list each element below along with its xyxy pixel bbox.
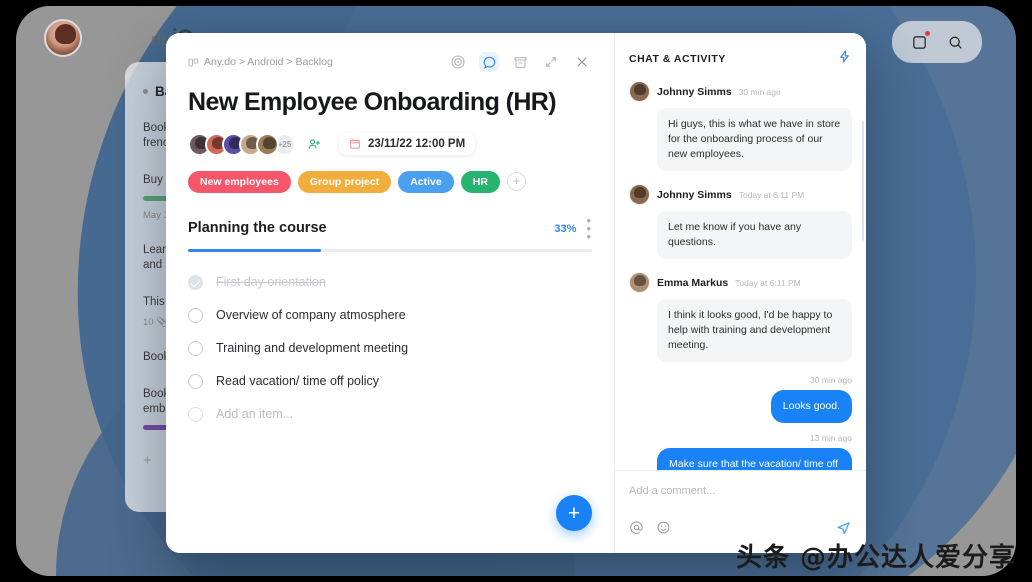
- checkbox-icon[interactable]: [188, 340, 203, 356]
- target-icon[interactable]: [448, 52, 468, 72]
- list-item[interactable]: Training and development meeting: [188, 332, 592, 365]
- lightning-bolt-icon[interactable]: [837, 49, 852, 69]
- due-date-chip[interactable]: 23/11/22 12:00 PM: [339, 133, 476, 156]
- checklist-title: Planning the course: [188, 219, 327, 236]
- scrollbar[interactable]: [862, 121, 864, 241]
- task-detail-modal: Any.do > Android > Backlog New Employee …: [166, 33, 866, 553]
- tag-group-project[interactable]: Group project: [297, 170, 392, 193]
- tag-hr[interactable]: HR: [460, 170, 500, 193]
- tag-new-employees[interactable]: New employees: [188, 170, 291, 193]
- topbar-actions: [892, 21, 982, 63]
- comment-input[interactable]: Add a comment...: [629, 485, 852, 497]
- chat-message-incoming: Emma Markus Today at 6:11 PM I think it …: [629, 272, 852, 362]
- message-bubble: Looks good.: [770, 390, 852, 423]
- notification-badge: [925, 31, 930, 36]
- screenshot-root: iO Bac Bookfrenc Buy f: [0, 0, 1032, 582]
- calendar-icon: [350, 139, 360, 149]
- avatar[interactable]: [44, 19, 82, 57]
- checkbox-icon[interactable]: [188, 373, 203, 389]
- search-icon[interactable]: [940, 27, 970, 57]
- task-pane: Any.do > Android > Backlog New Employee …: [166, 33, 614, 553]
- checklist-header: Planning the course 33% • • •: [188, 214, 592, 243]
- modal-header-icons: [448, 52, 592, 72]
- checkbox-icon[interactable]: [188, 307, 203, 323]
- checklist-item-label: First day orientation: [216, 275, 326, 290]
- message-header: Johnny Simms Today at 6:11 PM: [629, 184, 852, 205]
- chat-message-outgoing: 13 min ago Make sure that the vacation/ …: [629, 433, 852, 470]
- avatar[interactable]: [629, 81, 650, 102]
- checklist-item-label: Overview of company atmosphere: [216, 308, 406, 323]
- page-title: New Employee Onboarding (HR): [188, 88, 557, 116]
- message-author: Emma Markus: [657, 276, 729, 289]
- message-header: Johnny Simms 30 min ago: [629, 81, 852, 102]
- chat-header: CHAT & ACTIVITY: [615, 33, 866, 75]
- message-timestamp: 30 min ago: [738, 86, 781, 97]
- breadcrumb[interactable]: Any.do > Android > Backlog: [188, 56, 333, 68]
- chat-messages[interactable]: Johnny Simms 30 min ago Hi guys, this is…: [615, 75, 866, 470]
- message-bubble: Let me know if you have any questions.: [657, 211, 852, 259]
- watermark: 头条 @办公达人爱分享: [735, 543, 1016, 573]
- chat-message-incoming: Johnny Simms Today at 6:11 PM Let me kno…: [629, 184, 852, 259]
- add-tag-button[interactable]: +: [506, 172, 526, 192]
- mention-icon[interactable]: [629, 520, 644, 540]
- add-checklist-item-row[interactable]: Add an item...: [188, 398, 592, 431]
- progress-bar-fill: [188, 248, 322, 252]
- avatar[interactable]: [256, 132, 279, 156]
- message-header: Emma Markus Today at 6:11 PM: [629, 272, 852, 293]
- message-author: Johnny Simms: [657, 188, 732, 201]
- checklist-header-right: 33% • • •: [554, 214, 592, 243]
- close-icon[interactable]: [572, 52, 592, 72]
- message-timestamp: 13 min ago: [809, 433, 852, 443]
- tag-active[interactable]: Active: [398, 170, 454, 193]
- list-item[interactable]: Overview of company atmosphere: [188, 299, 592, 332]
- message-bubble: Hi guys, this is what we have in store f…: [657, 108, 852, 171]
- avatar[interactable]: [629, 272, 650, 293]
- checklist: First day orientation Overview of compan…: [188, 266, 592, 431]
- tags-row: New employees Group project Active HR +: [188, 170, 592, 193]
- kebab-menu-icon[interactable]: • • •: [586, 214, 592, 243]
- add-button[interactable]: +: [556, 495, 592, 531]
- list-item[interactable]: Read vacation/ time off policy: [188, 365, 592, 398]
- checklist-item-label: Read vacation/ time off policy: [216, 374, 380, 389]
- brand-bars-icon: [152, 31, 165, 45]
- expand-icon[interactable]: [541, 52, 561, 72]
- chat-pane: CHAT & ACTIVITY Johnny Simms 30 min ago …: [614, 33, 866, 553]
- message-timestamp: Today at 6:11 PM: [738, 189, 805, 200]
- notification-square-icon[interactable]: [904, 27, 934, 57]
- message-timestamp: Today at 6:11 PM: [735, 277, 801, 288]
- message-timestamp: 30 min ago: [809, 375, 852, 385]
- assignee-avatars[interactable]: +25: [188, 132, 325, 156]
- add-item-placeholder: Add an item...: [216, 407, 294, 422]
- message-author: Johnny Simms: [657, 85, 732, 98]
- checkbox-checked-icon[interactable]: [188, 274, 203, 290]
- board-icon: [188, 58, 199, 66]
- message-bubble: Make sure that the vacation/ time off po…: [657, 448, 852, 470]
- chat-message-outgoing: 30 min ago Looks good.: [629, 375, 852, 423]
- checklist-item-label: Training and development meeting: [216, 341, 409, 356]
- chat-message-incoming: Johnny Simms 30 min ago Hi guys, this is…: [629, 81, 852, 171]
- chat-title: CHAT & ACTIVITY: [629, 53, 726, 65]
- checkbox-icon[interactable]: [188, 406, 203, 422]
- add-person-icon[interactable]: [303, 133, 325, 155]
- checklist-percent: 33%: [554, 222, 577, 235]
- archive-icon[interactable]: [510, 52, 530, 72]
- status-dot-icon: [143, 89, 148, 94]
- task-meta-row: +25 23/11/22 12:00 PM: [188, 132, 592, 156]
- progress-bar: [188, 248, 592, 252]
- list-item[interactable]: First day orientation: [188, 266, 592, 299]
- breadcrumb-text: Any.do > Android > Backlog: [204, 56, 333, 68]
- emoji-icon[interactable]: [656, 520, 671, 540]
- modal-header-row: Any.do > Android > Backlog: [188, 49, 592, 75]
- chat-bubble-icon[interactable]: [479, 52, 499, 72]
- avatar[interactable]: [629, 184, 650, 205]
- due-date-value: 23/11/22 12:00 PM: [368, 138, 466, 151]
- message-bubble: I think it looks good, I'd be happy to h…: [657, 299, 852, 362]
